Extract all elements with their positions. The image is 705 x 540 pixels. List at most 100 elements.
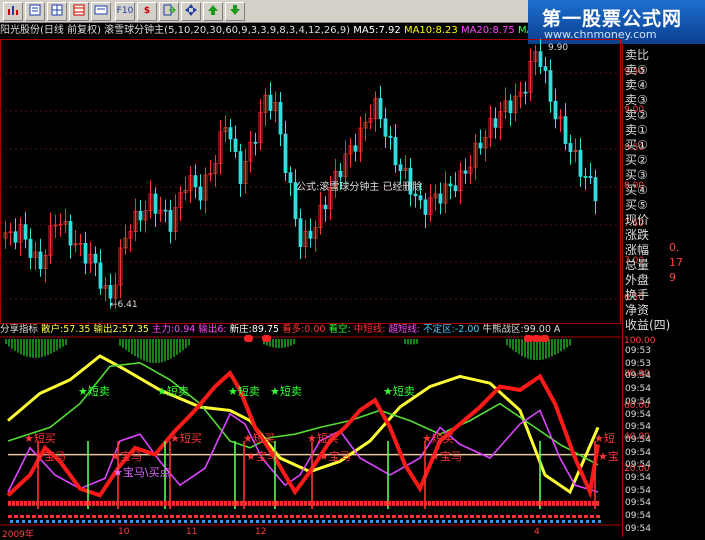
bottom-strip — [404, 515, 408, 518]
tick-time: 09:54 — [625, 422, 651, 433]
bottom-strip-blue — [580, 520, 583, 523]
bottom-strip-blue — [424, 520, 427, 523]
quote-row-label: 涨跌 — [625, 228, 650, 242]
bottom-red-bar — [92, 500, 95, 506]
bottom-strip-blue — [94, 520, 97, 523]
bottom-strip-blue — [520, 520, 523, 523]
bottom-strip-blue — [226, 520, 229, 523]
bottom-red-bar — [452, 500, 455, 506]
bottom-red-bar — [236, 500, 239, 506]
kline-chart[interactable] — [0, 39, 622, 527]
candle-body — [553, 100, 558, 120]
x-label-12: 12 — [255, 527, 267, 537]
bottom-strip-blue — [484, 520, 487, 523]
bottom-strip — [338, 515, 342, 518]
bottom-red-bar — [432, 500, 435, 506]
list-icon[interactable] — [25, 2, 45, 21]
bottom-strip-blue — [304, 520, 307, 523]
indicator-title-bar: 分享指标 散户:57.35 输出2:57.35 主力:0.94 输出6: 新庄:… — [0, 323, 620, 337]
bottom-red-bar — [276, 500, 279, 506]
bottom-red-bar — [184, 500, 187, 506]
quote-row-label: 卖③ — [625, 93, 648, 107]
bottom-red-bar — [472, 500, 475, 506]
bottom-red-bar — [136, 500, 139, 506]
bottom-red-bar — [564, 500, 567, 506]
bottom-strip — [422, 515, 426, 518]
bottom-strip — [302, 515, 306, 518]
bottom-strip-blue — [418, 520, 421, 523]
signal-label: ★短买 — [24, 432, 56, 445]
bottom-red-bar — [296, 500, 299, 506]
bottom-red-bar — [124, 500, 127, 506]
bottom-strip — [470, 515, 474, 518]
bottom-red-bar — [52, 500, 55, 506]
bottom-strip-blue — [238, 520, 241, 523]
info-icon[interactable] — [91, 2, 111, 21]
bottom-red-bar — [168, 500, 171, 506]
candle-body — [388, 135, 393, 138]
candle-body — [233, 138, 238, 152]
signal-label: ★短卖 — [157, 385, 189, 398]
bottom-red-bar — [156, 500, 159, 506]
bottom-red-bar — [256, 500, 259, 506]
f10-icon[interactable]: F10 — [115, 2, 135, 21]
bottom-red-bar — [200, 500, 203, 506]
up-arrow-icon[interactable] — [203, 2, 223, 21]
quote-row-label: 换手 — [625, 288, 650, 302]
bottom-red-bar — [448, 500, 451, 506]
bottom-red-bar — [360, 500, 363, 506]
bottom-red-bar — [244, 500, 247, 506]
bottom-red-bar — [524, 500, 527, 506]
bottom-strip-blue — [352, 520, 355, 523]
bottom-strip-blue — [292, 520, 295, 523]
down-arrow-icon[interactable] — [225, 2, 245, 21]
bottom-red-bar — [60, 500, 63, 506]
bottom-red-bar — [592, 500, 595, 506]
grid-icon[interactable] — [69, 2, 89, 21]
high-label: 9.90 — [548, 43, 569, 53]
candle-body — [423, 199, 428, 215]
bottom-red-bar — [464, 500, 467, 506]
bottom-strip-blue — [556, 520, 559, 523]
ma20-value: MA20:8.75 — [460, 25, 515, 36]
candle-body — [38, 251, 43, 270]
bottom-strip — [176, 515, 180, 518]
chart-icon[interactable] — [3, 2, 23, 21]
quote-row-label: 买③ — [625, 168, 648, 182]
bottom-strip-blue — [148, 520, 151, 523]
bottom-red-bar — [412, 500, 415, 506]
tick-time: 09:53 — [625, 358, 651, 369]
dollar-icon[interactable]: $ — [137, 2, 157, 21]
retail-value: 散户:57.35 — [41, 324, 91, 335]
quote-row-label: 总量 — [625, 258, 650, 272]
bottom-strip-blue — [130, 520, 133, 523]
bottom-strip-blue — [340, 520, 343, 523]
candle-body — [23, 224, 28, 240]
candle-body — [228, 127, 233, 140]
candle-body — [583, 176, 588, 178]
bottom-strip — [596, 515, 600, 518]
bottom-red-bar — [84, 500, 87, 506]
bottom-red-bar — [64, 500, 67, 506]
indicator-lines — [5, 335, 601, 523]
bottom-strip-blue — [430, 520, 433, 523]
exit-icon[interactable] — [159, 2, 179, 21]
bottom-strip — [350, 515, 354, 518]
candle-body — [323, 204, 328, 210]
tick-time: 09:54 — [625, 447, 651, 458]
main-force-value: 主力:0.94 — [151, 324, 196, 335]
candle-body — [398, 164, 403, 171]
x-label-4: 4 — [534, 527, 540, 537]
table-icon[interactable] — [47, 2, 67, 21]
candle-body — [153, 193, 158, 214]
candle-body — [593, 177, 598, 202]
bottom-red-bar — [280, 500, 283, 506]
bottom-strip — [152, 515, 156, 518]
bottom-strip — [236, 515, 240, 518]
bottom-strip-blue — [268, 520, 271, 523]
candle-body — [543, 66, 548, 71]
signal-label: ★宝马 — [430, 450, 462, 463]
move-icon[interactable] — [181, 2, 201, 21]
bottom-red-bar — [444, 500, 447, 506]
tick-time: 09:54 — [625, 523, 651, 534]
